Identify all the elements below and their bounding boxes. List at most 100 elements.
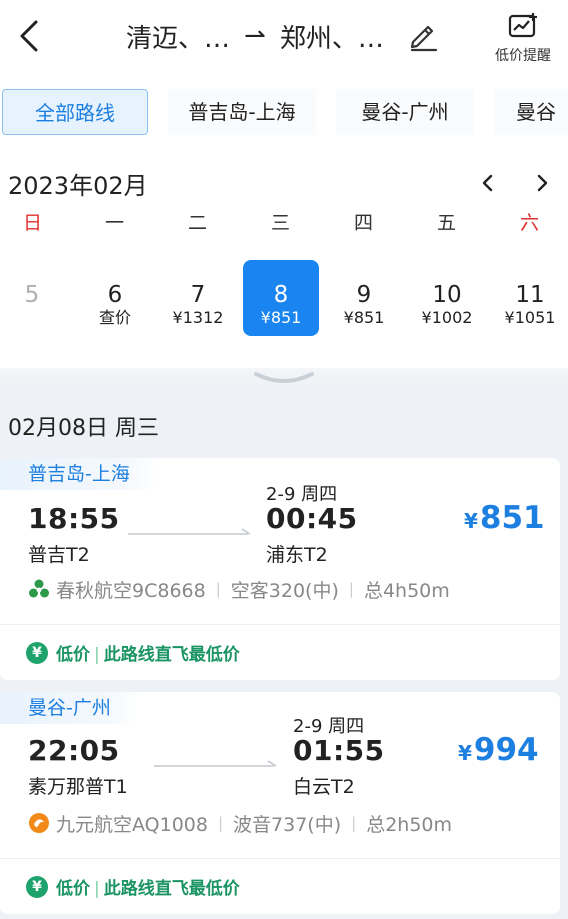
yuan-badge-icon: ¥ bbox=[26, 642, 48, 664]
departure-time: 18:55 bbox=[28, 502, 120, 535]
weekday-sat: 六 bbox=[519, 212, 539, 234]
date-cell-selected[interactable]: 8 ¥851 bbox=[243, 260, 319, 336]
flight-line bbox=[154, 760, 277, 767]
weekday-tue: 二 bbox=[187, 212, 207, 234]
date-day: 5 bbox=[24, 282, 40, 308]
chevron-left-icon bbox=[482, 174, 493, 192]
price-amount: 994 bbox=[473, 732, 539, 768]
low-price-label: 低价 bbox=[56, 879, 90, 899]
date-cell[interactable]: 9 ¥851 bbox=[325, 260, 403, 336]
weekday-thu: 四 bbox=[353, 212, 373, 234]
aircraft-type: 空客320(中) bbox=[230, 579, 339, 602]
currency-symbol: ¥ bbox=[458, 741, 472, 765]
next-month-button[interactable] bbox=[528, 166, 558, 200]
currency-symbol: ¥ bbox=[464, 509, 478, 533]
flight-meta: 九元航空AQ1008 | 波音737(中) | 总2h50m bbox=[28, 810, 452, 836]
edit-pencil-icon bbox=[410, 25, 438, 52]
low-price-note: 此路线直飞最低价 bbox=[103, 879, 240, 899]
departure-time: 22:05 bbox=[28, 734, 120, 767]
date-day: 7 bbox=[190, 282, 206, 308]
flight-duration: 总2h50m bbox=[366, 813, 453, 836]
flight-duration: 总4h50m bbox=[363, 579, 450, 602]
month-label: 2023年02月 bbox=[8, 172, 148, 200]
tab-all-routes[interactable]: 全部路线 bbox=[2, 89, 148, 135]
low-price-badge: ¥ 低价 | 此路线直飞最低价 bbox=[0, 858, 560, 914]
date-day: 10 bbox=[432, 282, 462, 308]
route-to: 郑州、… bbox=[279, 23, 384, 54]
tab-bangkok[interactable]: 曼谷 bbox=[494, 89, 568, 135]
weekday-sun: 日 bbox=[22, 212, 42, 234]
price-alert-chart-icon bbox=[508, 13, 537, 38]
low-price-text: 低价 | 此路线直飞最低价 bbox=[56, 874, 240, 899]
departure-airport: 普吉T2 bbox=[28, 544, 90, 566]
low-price-text: 低价 | 此路线直飞最低价 bbox=[56, 640, 240, 665]
price-amount: 851 bbox=[479, 500, 545, 536]
date-price: ¥1051 bbox=[504, 308, 556, 327]
low-price-badge: ¥ 低价 | 此路线直飞最低价 bbox=[0, 624, 560, 680]
flight-card[interactable]: 普吉岛-上海 2-9 周四 18:55 00:45 ¥851 普吉T2 浦东T2… bbox=[0, 458, 560, 680]
airline-flight-number: 春秋航空9C8668 bbox=[56, 579, 206, 602]
date-price: ¥1312 bbox=[172, 308, 224, 327]
prev-month-button[interactable] bbox=[472, 166, 502, 200]
separator: | bbox=[351, 814, 357, 832]
arrival-time: 01:55 bbox=[293, 734, 385, 767]
date-heading: 02月08日 周三 bbox=[8, 416, 159, 441]
date-cell[interactable]: 7 ¥1312 bbox=[159, 260, 237, 336]
route-from: 清迈、… bbox=[126, 23, 231, 54]
route-title[interactable]: 清迈、… ⇀ 郑州、… bbox=[126, 16, 384, 56]
date-price: ¥851 bbox=[260, 308, 302, 327]
date-cell[interactable]: 5 bbox=[0, 260, 71, 336]
separator: | bbox=[94, 645, 100, 665]
weekday-wed: 三 bbox=[270, 212, 290, 234]
route-tabs: 全部路线 普吉岛-上海 曼谷-广州 曼谷 bbox=[0, 88, 568, 138]
collapse-chevron-icon bbox=[254, 372, 314, 383]
date-price: ¥851 bbox=[343, 308, 385, 327]
separator: | bbox=[348, 580, 354, 598]
low-price-label: 低价 bbox=[56, 645, 90, 665]
yuan-badge-icon: ¥ bbox=[26, 876, 48, 898]
route-tag: 曼谷-广州 bbox=[0, 692, 139, 724]
departure-airport: 素万那普T1 bbox=[28, 776, 128, 798]
back-arrow-icon bbox=[20, 20, 38, 52]
date-strip: 5 6 查价 7 ¥1312 8 ¥851 9 ¥851 10 ¥1002 11… bbox=[0, 258, 568, 338]
tab-bangkok-guangzhou[interactable]: 曼谷-广州 bbox=[336, 89, 474, 135]
edit-route-button[interactable] bbox=[406, 18, 440, 52]
separator: | bbox=[215, 580, 221, 598]
flight-price: ¥994 bbox=[458, 732, 539, 768]
aircraft-type: 波音737(中) bbox=[233, 813, 342, 836]
weekday-row: 日 一 二 三 四 五 六 bbox=[0, 208, 568, 238]
weekday-fri: 五 bbox=[436, 212, 456, 234]
low-price-note: 此路线直飞最低价 bbox=[103, 645, 240, 665]
flight-line bbox=[128, 528, 251, 535]
flight-meta: 春秋航空9C8668 | 空客320(中) | 总4h50m bbox=[28, 576, 450, 602]
9air-logo-icon bbox=[29, 813, 49, 833]
date-cell[interactable]: 10 ¥1002 bbox=[408, 260, 486, 336]
price-alert-button[interactable]: 低价提醒 bbox=[490, 12, 556, 72]
flight-card[interactable]: 曼谷-广州 2-9 周四 22:05 01:55 ¥994 素万那普T1 白云T… bbox=[0, 692, 560, 914]
price-alert-label: 低价提醒 bbox=[495, 48, 551, 64]
calendar-collapse-handle[interactable] bbox=[0, 368, 568, 388]
date-price: ¥1002 bbox=[421, 308, 473, 327]
route-arrow: ⇀ bbox=[244, 21, 266, 51]
weekday-mon: 一 bbox=[104, 212, 124, 234]
date-cell[interactable]: 11 ¥1051 bbox=[491, 260, 568, 336]
route-tag: 普吉岛-上海 bbox=[0, 458, 158, 490]
arrival-airport: 白云T2 bbox=[293, 776, 355, 798]
header: 清迈、… ⇀ 郑州、… 低价提醒 bbox=[0, 0, 568, 80]
date-price: 查价 bbox=[98, 308, 131, 327]
airline-flight-number: 九元航空AQ1008 bbox=[56, 813, 208, 836]
tab-phuket-shanghai[interactable]: 普吉岛-上海 bbox=[168, 89, 316, 135]
separator: | bbox=[217, 814, 224, 832]
arrival-airport: 浦东T2 bbox=[266, 544, 328, 566]
date-day: 9 bbox=[356, 282, 372, 308]
chevron-right-icon bbox=[537, 174, 548, 192]
top-panel: 清迈、… ⇀ 郑州、… 低价提醒 全部路线 普吉岛-上海 曼谷-广州 曼谷 20… bbox=[0, 0, 568, 368]
date-day: 11 bbox=[515, 282, 545, 308]
month-row: 2023年02月 bbox=[0, 162, 568, 204]
date-day: 6 bbox=[107, 282, 123, 308]
arrival-time: 00:45 bbox=[266, 502, 358, 535]
back-button[interactable] bbox=[12, 14, 48, 58]
date-cell[interactable]: 6 查价 bbox=[76, 260, 154, 336]
separator: | bbox=[94, 879, 100, 899]
flight-price: ¥851 bbox=[464, 500, 545, 536]
